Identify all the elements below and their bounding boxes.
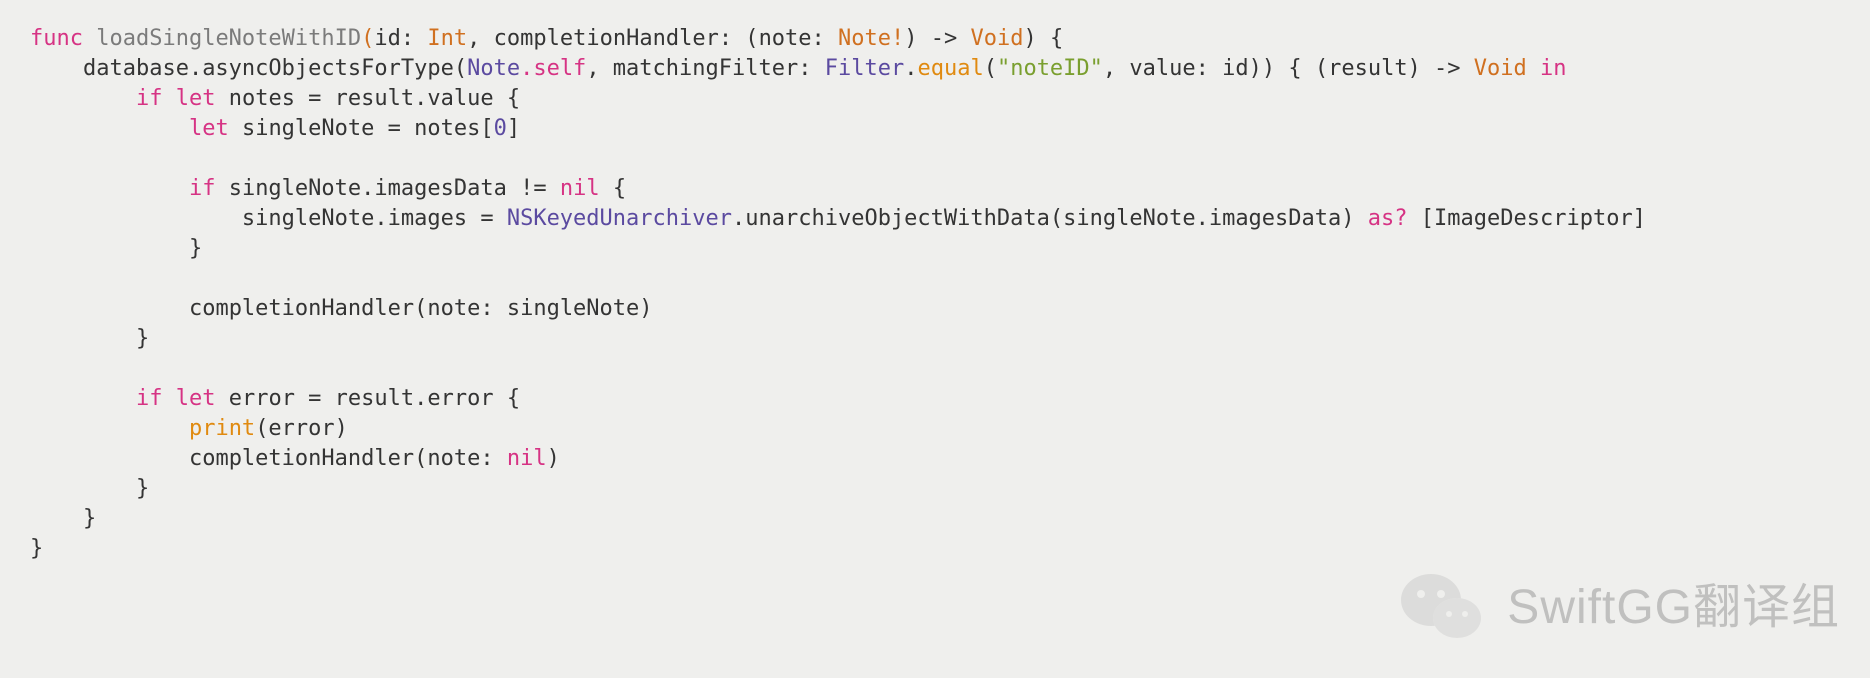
indent — [30, 476, 136, 501]
keyword-in: in — [1527, 56, 1567, 81]
code-text: database.asyncObjectsForType( — [83, 56, 467, 81]
keyword-nil: nil — [560, 176, 600, 201]
code-block: func loadSingleNoteWithID(id: Int, compl… — [0, 0, 1870, 588]
paren-close: ) — [547, 446, 560, 471]
colon: : — [812, 26, 839, 51]
param-completion: completionHandler — [494, 26, 719, 51]
param-id-label: id — [374, 26, 401, 51]
code-text: completionHandler(note: singleNote) — [189, 296, 653, 321]
method-equal: equal — [917, 56, 983, 81]
indent — [30, 206, 242, 231]
code-text: singleNote.imagesData != — [215, 176, 559, 201]
indent — [30, 116, 189, 141]
keyword-if: if — [136, 386, 163, 411]
code-text: , value: id)) { (result) -> — [1103, 56, 1474, 81]
brace-close: } — [136, 326, 149, 351]
brace-close: } — [189, 236, 202, 261]
type-nskeyedunarchiver: NSKeyedUnarchiver — [507, 206, 732, 231]
watermark-text: SwiftGG翻译组 — [1507, 593, 1840, 623]
indent — [30, 86, 136, 111]
indent — [30, 446, 189, 471]
bracket-close: ] — [507, 116, 520, 141]
code-text: (error) — [255, 416, 348, 441]
code-text: completionHandler(note: — [189, 446, 507, 471]
indent — [30, 56, 83, 81]
code-text: notes = result.value { — [215, 86, 520, 111]
indent — [30, 386, 136, 411]
type-note-ref: Note — [467, 56, 520, 81]
code-text: [ImageDescriptor] — [1408, 206, 1646, 231]
brace-close: } — [83, 506, 96, 531]
sig-close: ) { — [1024, 26, 1064, 51]
indent — [30, 416, 189, 441]
code-text: .unarchiveObjectWithData(singleNote.imag… — [732, 206, 1368, 231]
colon-paren: : ( — [719, 26, 759, 51]
brace-close: } — [136, 476, 149, 501]
type-void: Void — [1474, 56, 1527, 81]
brace-close: } — [30, 536, 43, 561]
indent — [30, 236, 189, 261]
sig-open-paren: ( — [361, 26, 374, 51]
dot: . — [904, 56, 917, 81]
comma: , — [467, 26, 494, 51]
code-text: singleNote.images = — [242, 206, 507, 231]
type-void: Void — [971, 26, 1024, 51]
paren: ( — [984, 56, 997, 81]
function-name: loadSingleNoteWithID — [96, 26, 361, 51]
keyword-let: let — [189, 116, 229, 141]
indent — [30, 326, 136, 351]
keyword-self: .self — [520, 56, 586, 81]
keyword-if: if — [136, 86, 163, 111]
param-note-label: note — [759, 26, 812, 51]
sig-arrow: ) -> — [904, 26, 970, 51]
indent — [30, 296, 189, 321]
call-print: print — [189, 416, 255, 441]
code-text: , matchingFilter: — [586, 56, 824, 81]
keyword-let: let — [176, 86, 216, 111]
keyword-if: if — [189, 176, 216, 201]
type-filter: Filter — [825, 56, 904, 81]
colon: : — [401, 26, 428, 51]
keyword-as: as? — [1368, 206, 1408, 231]
string-noteid: "noteID" — [997, 56, 1103, 81]
code-text: singleNote = notes[ — [229, 116, 494, 141]
code-text: error = result.error { — [215, 386, 520, 411]
keyword-nil: nil — [507, 446, 547, 471]
type-int: Int — [427, 26, 467, 51]
number-zero: 0 — [494, 116, 507, 141]
keyword-func: func — [30, 26, 83, 51]
brace: { — [600, 176, 627, 201]
type-note: Note! — [838, 26, 904, 51]
keyword-let: let — [176, 386, 216, 411]
indent — [30, 176, 189, 201]
indent — [30, 506, 83, 531]
